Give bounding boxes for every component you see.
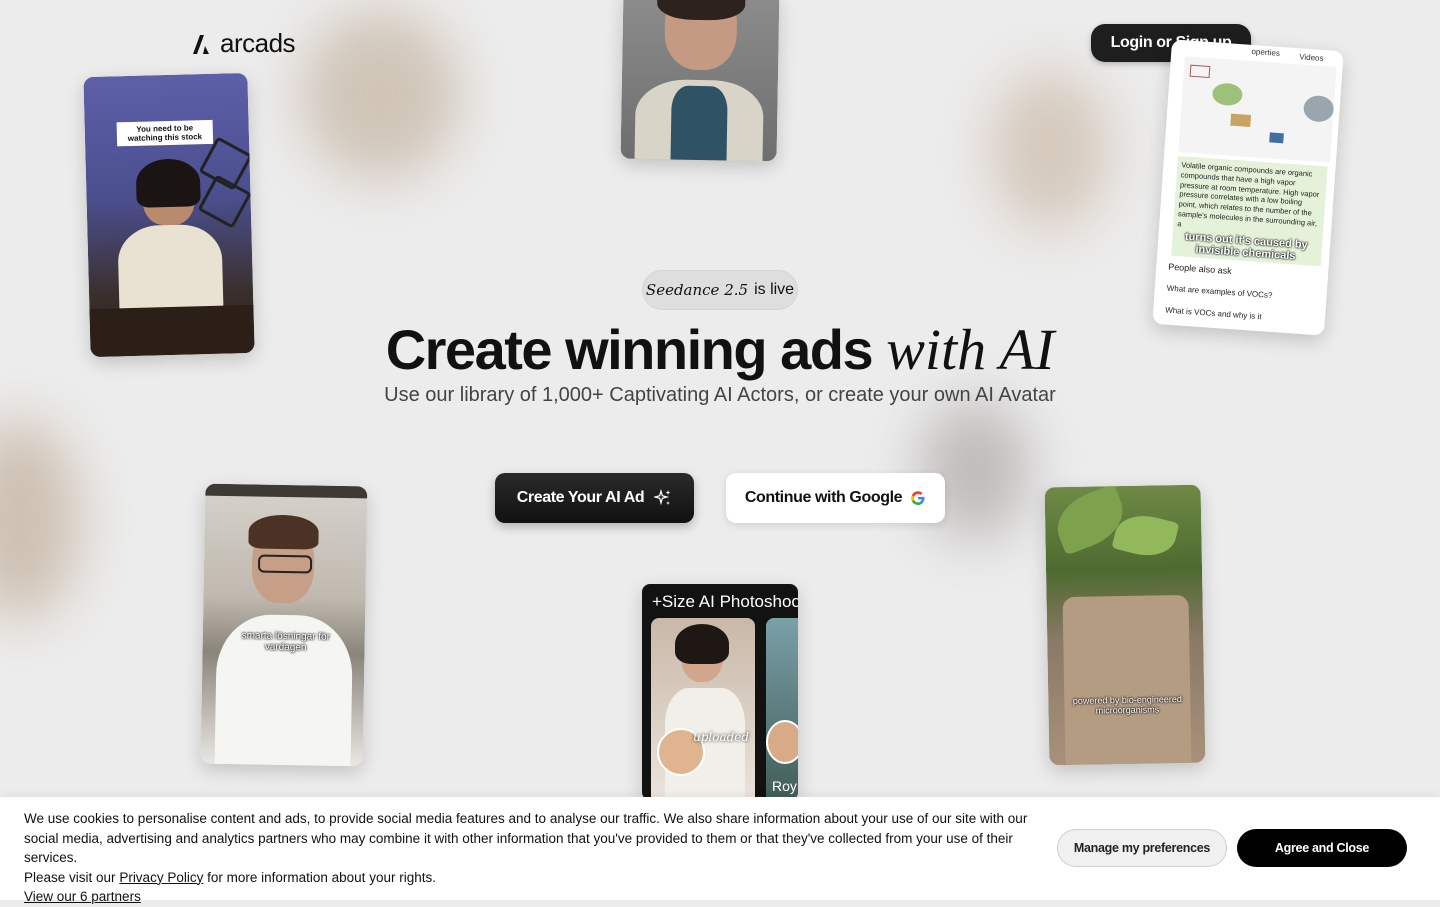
search-question: What are examples of VOCs? <box>1166 283 1273 300</box>
background-blur <box>300 10 460 180</box>
showcase-video-card[interactable]: operties Videos Volatile organic compoun… <box>1152 39 1344 336</box>
sparkles-icon <box>654 489 671 506</box>
video-caption: powered by bio-engineered microorganisms <box>1072 694 1182 716</box>
badge-model-name: Seedance 2.5 <box>645 281 749 299</box>
create-ai-ad-label: Create Your AI Ad <box>516 489 645 506</box>
people-also-ask-heading: People also ask <box>1167 261 1233 277</box>
brand-logo[interactable]: arcads <box>190 28 296 59</box>
person-shirt <box>670 85 728 162</box>
continue-with-google-button[interactable]: Continue with Google <box>726 473 945 523</box>
card-label: Roy <box>772 778 797 794</box>
hero-title-main: Create winning ads <box>385 318 874 381</box>
background-blur <box>0 420 80 620</box>
hero-title: Create winning ads with AI <box>0 316 1440 383</box>
cookie-text: We use cookies to personalise content an… <box>24 809 1034 907</box>
manage-preferences-button[interactable]: Manage my preferences <box>1057 829 1227 867</box>
privacy-prefix: Please visit our <box>24 869 116 885</box>
card-title: +Size AI Photoshoot <box>652 592 798 611</box>
card-label: uploaded <box>693 730 750 744</box>
privacy-suffix: for more information about your rights. <box>207 869 436 885</box>
video-caption: You need to be watching this stock <box>116 119 214 147</box>
photo-tile: Roy <box>766 618 798 800</box>
view-partners-link[interactable]: View our 6 partners <box>24 889 141 904</box>
showcase-video-card[interactable] <box>620 0 780 162</box>
video-caption: smarta lösningar för vardagen <box>241 630 331 654</box>
showcase-video-card[interactable]: You need to be watching this stock <box>83 72 255 358</box>
voc-diagram <box>1178 56 1337 163</box>
google-icon <box>911 491 925 505</box>
plant-pot <box>1062 594 1192 766</box>
cookie-description: We use cookies to personalise content an… <box>24 811 1028 865</box>
person-hair <box>248 514 319 550</box>
agree-and-close-button[interactable]: Agree and Close <box>1237 829 1407 867</box>
photo-tile: uploaded <box>651 618 755 800</box>
search-tab: operties <box>1251 46 1281 58</box>
announcement-badge[interactable]: Seedance 2.5 is live <box>642 270 798 310</box>
hero-subtitle: Use our library of 1,000+ Captivating AI… <box>384 384 1056 406</box>
search-tab: Videos <box>1298 52 1324 63</box>
person-body <box>117 223 224 317</box>
person-hair <box>135 158 201 208</box>
badge-suffix: is live <box>754 281 795 298</box>
cookie-banner: We use cookies to personalise content an… <box>0 797 1440 904</box>
showcase-video-card[interactable]: smarta lösningar för vardagen <box>200 483 368 767</box>
showcase-video-card[interactable]: +Size AI Photoshoot uploaded Roy <box>642 584 798 800</box>
hero-title-accent: with AI <box>886 317 1055 382</box>
continue-with-google-label: Continue with Google <box>744 489 903 506</box>
brand-name: arcads <box>220 28 296 58</box>
background-blur <box>990 70 1110 230</box>
showcase-video-card[interactable]: powered by bio-engineered microorganisms <box>1044 484 1206 766</box>
privacy-policy-link[interactable]: Privacy Policy <box>119 870 203 885</box>
arcads-logo-icon <box>193 34 209 54</box>
create-ai-ad-button[interactable]: Create Your AI Ad <box>495 473 694 523</box>
glasses <box>257 554 313 574</box>
